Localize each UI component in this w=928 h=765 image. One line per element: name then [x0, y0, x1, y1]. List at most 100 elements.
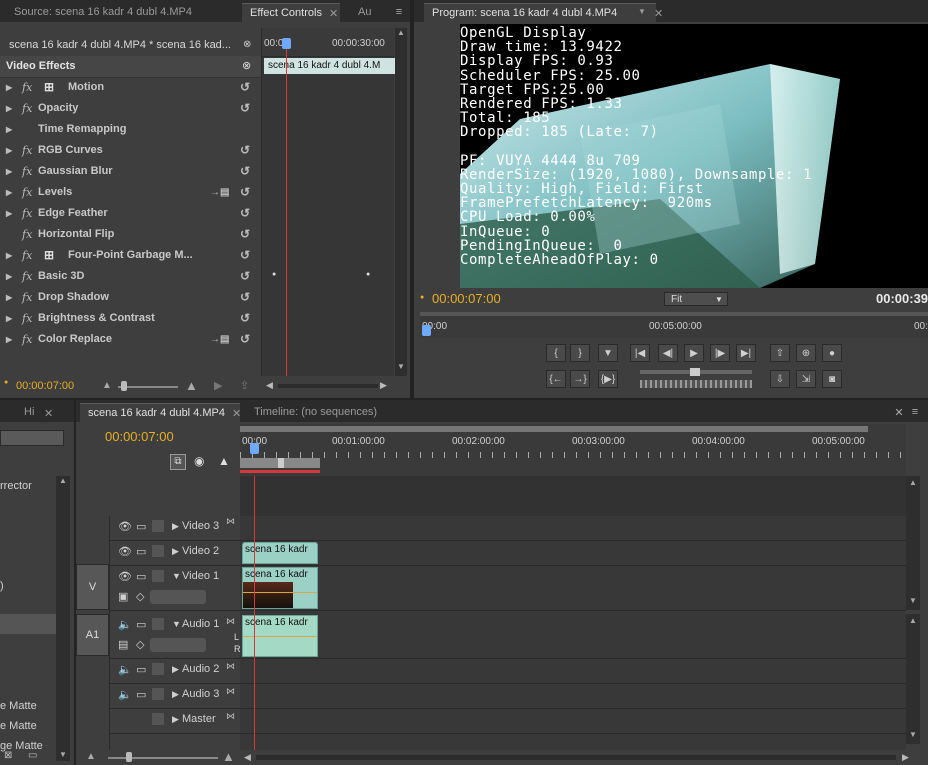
reset-icon[interactable]: ↺: [240, 182, 250, 203]
export-frame-button[interactable]: ⇩: [770, 370, 790, 388]
fx-toggle-icon[interactable]: fx: [22, 77, 32, 98]
waveform-icon[interactable]: ▤: [118, 638, 128, 651]
fx-toggle-icon[interactable]: fx: [22, 266, 32, 287]
tab-audio-mixer[interactable]: Au: [350, 3, 380, 22]
eye-icon[interactable]: 👁: [118, 520, 132, 533]
keyframe-dropdown[interactable]: [150, 590, 206, 604]
collapse-track-icon[interactable]: ▼: [172, 571, 181, 581]
fx-toggle-icon[interactable]: fx: [22, 161, 32, 182]
zoom-bar-handle[interactable]: [278, 458, 284, 468]
motion-transform-icon[interactable]: ⊞: [44, 77, 54, 98]
close-tab-icon[interactable]: ✕: [329, 7, 338, 20]
scroll-up-icon[interactable]: ▲: [397, 28, 405, 37]
expand-icon[interactable]: ▶: [6, 98, 12, 119]
tab-program[interactable]: Program: scena 16 kadr 4 dubl 4.MP4: [424, 3, 656, 22]
left-vscrollbar[interactable]: ▲ ▼: [56, 476, 70, 761]
collapse-track-icon[interactable]: ▼: [172, 619, 181, 629]
effect-row[interactable]: ▶ fx ⊞ Four-Point Garbage M... ↺: [0, 245, 260, 266]
go-to-in-point-button[interactable]: {←: [546, 370, 566, 388]
scroll-down-icon[interactable]: ▼: [909, 596, 917, 605]
expand-track-icon[interactable]: ▶: [172, 664, 179, 675]
keyframe-dropdown[interactable]: [150, 638, 206, 652]
jog-wheel[interactable]: [640, 380, 752, 388]
lock-icon[interactable]: ▭: [136, 545, 146, 558]
effect-row[interactable]: ▶ fx RGB Curves ↺: [0, 140, 260, 161]
fx-toggle-icon[interactable]: fx: [22, 308, 32, 329]
set-marker-icon[interactable]: ▲: [218, 454, 230, 468]
speaker-icon[interactable]: 🔈: [118, 618, 132, 631]
snap-icon[interactable]: ⧉: [170, 454, 186, 470]
fx-toggle-icon[interactable]: fx: [22, 287, 32, 308]
scroll-down-icon[interactable]: ▼: [909, 730, 917, 739]
shuttle-thumb[interactable]: [690, 368, 700, 376]
timeline-zoom-thumb[interactable]: [126, 752, 132, 762]
panel-menu-icon[interactable]: ▭: [28, 750, 37, 761]
speaker-icon[interactable]: 🔈: [118, 688, 132, 701]
color-icon-button[interactable]: ●: [822, 344, 842, 362]
program-playhead-handle[interactable]: [422, 325, 431, 336]
timeline-playhead[interactable]: [254, 476, 255, 752]
effect-row[interactable]: ▶ fx Basic 3D ↺: [0, 266, 260, 287]
left-item[interactable]: ): [0, 580, 4, 592]
scroll-down-icon[interactable]: ▼: [397, 362, 405, 371]
reset-icon[interactable]: ↺: [240, 140, 250, 161]
scroll-down-icon[interactable]: ▼: [59, 750, 67, 759]
tab-source[interactable]: Source: scena 16 kadr 4 dubl 4.MP4: [6, 3, 238, 22]
expand-icon[interactable]: ▶: [6, 119, 12, 140]
effect-row[interactable]: ▶ fx Drop Shadow ↺: [0, 287, 260, 308]
left-search-bar[interactable]: [0, 430, 64, 446]
scroll-up-icon[interactable]: ▲: [59, 476, 67, 485]
ec-playhead-handle[interactable]: [282, 38, 291, 49]
track-toggle-box[interactable]: [152, 688, 164, 700]
lock-icon[interactable]: ▭: [136, 663, 146, 676]
track-toggle-box[interactable]: [152, 618, 164, 630]
zoom-out-icon[interactable]: ▲: [86, 751, 96, 762]
mark-in-button[interactable]: {: [546, 344, 566, 362]
reset-icon[interactable]: ↺: [240, 329, 250, 350]
expand-track-icon[interactable]: ▶: [172, 521, 179, 532]
expand-icon[interactable]: ▶: [6, 329, 12, 350]
ec-playhead[interactable]: [286, 38, 287, 378]
keyframe-icon[interactable]: ●: [366, 271, 370, 278]
track-video-3[interactable]: 👁 ▭ ▶ Video 3: [110, 516, 240, 541]
scroll-right-icon[interactable]: ▶: [380, 380, 387, 391]
track-video-1[interactable]: 👁 ▭ ▼ Video 1 ▣ ◇: [110, 566, 240, 611]
camera-icon-button[interactable]: ◙: [822, 370, 842, 388]
tab-timeline[interactable]: Timeline: (no sequences): [246, 403, 396, 422]
timeline-timecode[interactable]: 00:00:07:00: [105, 429, 174, 444]
add-marker-button[interactable]: ▼: [598, 344, 618, 362]
left-item[interactable]: rrector: [0, 480, 32, 492]
left-item[interactable]: e Matte: [0, 700, 37, 712]
reset-icon[interactable]: ↺: [240, 308, 250, 329]
collapse-timeline-icon[interactable]: ⊗: [243, 39, 251, 50]
expand-track-icon[interactable]: ▶: [172, 689, 179, 700]
panel-resize-icon[interactable]: ⊠: [4, 750, 12, 761]
tab-effect-controls[interactable]: Effect Controls: [242, 3, 340, 22]
jog-shuttle[interactable]: [640, 368, 752, 390]
work-area-bar[interactable]: [240, 426, 868, 432]
lane-audio-1[interactable]: [240, 614, 906, 659]
track-toggle-box[interactable]: [152, 713, 164, 725]
close-tab-icon[interactable]: ✕: [232, 407, 241, 420]
ec-hscrollbar[interactable]: [278, 384, 378, 388]
lock-icon[interactable]: ▭: [136, 570, 146, 583]
ruler-bar[interactable]: [420, 312, 928, 316]
zoom-out-icon[interactable]: ▲: [102, 380, 112, 391]
lane-audio-3[interactable]: [240, 684, 906, 709]
fx-toggle-icon[interactable]: fx: [22, 182, 32, 203]
track-lanes[interactable]: scena 16 kadr scena 16 kadr scena 16 kad…: [240, 476, 906, 752]
reset-icon[interactable]: ↺: [240, 161, 250, 182]
zoom-slider-thumb[interactable]: [121, 381, 127, 391]
ec-timecode[interactable]: 00:00:07:00: [16, 380, 74, 392]
ec-vscrollbar[interactable]: ▲ ▼: [395, 28, 407, 376]
play-in-to-out-button[interactable]: {▶}: [598, 370, 618, 388]
expand-icon[interactable]: ▶: [6, 266, 12, 287]
expand-icon[interactable]: ▶: [6, 203, 12, 224]
play-button[interactable]: ▶: [684, 344, 704, 362]
track-toggle-box[interactable]: [152, 663, 164, 675]
zoom-in-icon[interactable]: ▲: [185, 378, 198, 393]
ec-mini-timeline[interactable]: 00:00 00:00:30:00 scena 16 kadr 4 dubl 4…: [261, 28, 396, 378]
reset-icon[interactable]: ↺: [240, 98, 250, 119]
expand-track-icon[interactable]: ▶: [172, 546, 179, 557]
timeline-playhead-handle[interactable]: [250, 443, 259, 454]
